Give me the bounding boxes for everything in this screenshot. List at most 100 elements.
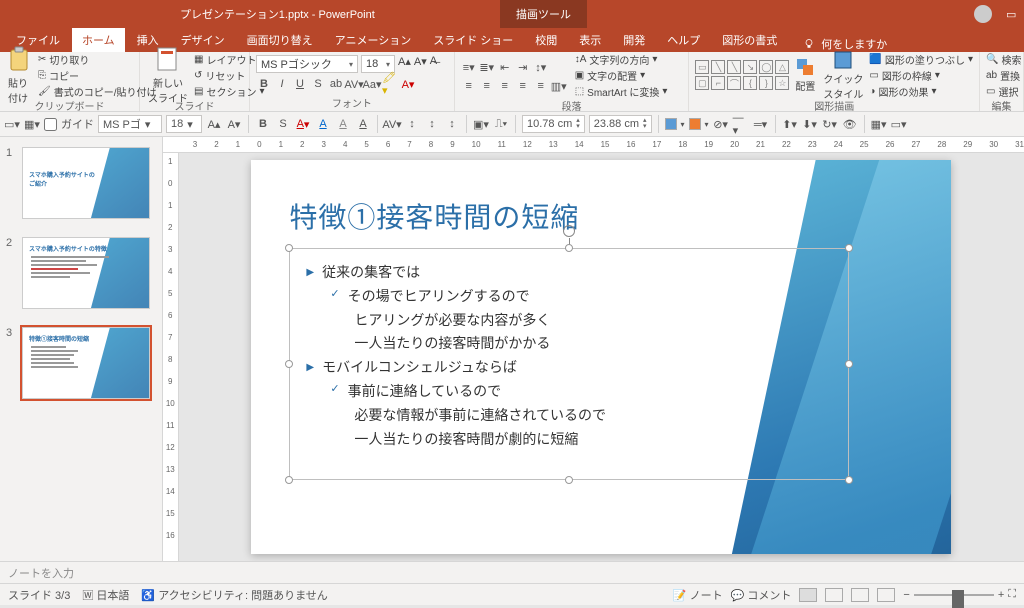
view-slideshow-button[interactable] bbox=[877, 588, 895, 602]
columns-button[interactable]: ▥▾ bbox=[551, 78, 567, 94]
shape-star-icon[interactable]: ☆ bbox=[775, 76, 789, 90]
tab-slideshow[interactable]: スライド ショー bbox=[423, 28, 523, 52]
notes-pane[interactable]: ノートを入力 bbox=[0, 561, 1024, 583]
spacing-button[interactable]: AV▾ bbox=[346, 76, 362, 92]
qat-font-select[interactable]: MS Pゴ▾ bbox=[98, 115, 162, 133]
shape-outline-button[interactable]: ▭ 図形の枠線 ▾ bbox=[869, 68, 973, 83]
shape-brace-icon[interactable]: { bbox=[743, 76, 757, 90]
shape-effects-button[interactable]: ◑ 図形の効果 ▾ bbox=[869, 84, 973, 99]
text-direction-button[interactable]: ↕A 文字列の方向 ▾ bbox=[575, 52, 668, 67]
smartart-button[interactable]: ⬚ SmartArt に変換 ▾ bbox=[575, 84, 668, 99]
increase-font-button[interactable]: A▴ bbox=[398, 55, 411, 73]
align-right-button[interactable]: ≡ bbox=[497, 78, 513, 94]
bullets-button[interactable]: ≡▾ bbox=[461, 59, 477, 75]
cut-button[interactable]: ✂ 切り取り bbox=[38, 52, 156, 67]
view-normal-button[interactable] bbox=[799, 588, 817, 602]
status-slide-count[interactable]: スライド 3/3 bbox=[8, 587, 70, 603]
distribute-button[interactable]: ≡ bbox=[533, 78, 549, 94]
shape-line2-icon[interactable]: ╲ bbox=[727, 60, 741, 74]
align-text-button[interactable]: ▣ 文字の配置 ▾ bbox=[575, 68, 668, 83]
tab-developer[interactable]: 開発 bbox=[613, 28, 655, 52]
slide-canvas[interactable]: 特徴①接客時間の短縮 従来の集客ではその場でヒアリングするのでヒアリングが必要な… bbox=[179, 153, 1024, 561]
fill-chip[interactable] bbox=[665, 118, 677, 130]
qat-back[interactable]: ⬇▾ bbox=[802, 116, 818, 132]
shapes-gallery[interactable]: ▭╲╲↘◯△ ▢⌐⌒{}☆ bbox=[695, 60, 789, 90]
tab-shape-format[interactable]: 図形の書式 bbox=[712, 28, 787, 52]
select-button[interactable]: ▭ 選択 bbox=[986, 84, 1021, 99]
qat-btn2[interactable]: ▦▾ bbox=[24, 116, 40, 132]
status-accessibility[interactable]: ♿ アクセシビリティ: 問題ありません bbox=[141, 587, 327, 603]
format-painter-button[interactable]: 🖌 書式のコピー/貼り付け bbox=[38, 84, 156, 99]
qat-ls1[interactable]: ↕ bbox=[404, 116, 420, 132]
qat-ls2[interactable]: ↕ bbox=[424, 116, 440, 132]
slide-title[interactable]: 特徴①接客時間の短縮 bbox=[289, 196, 579, 236]
align-center-button[interactable]: ≡ bbox=[479, 78, 495, 94]
shape-rect-icon[interactable]: ▭ bbox=[695, 60, 709, 74]
arrange-button[interactable]: 配置 bbox=[793, 57, 817, 93]
status-comments-button[interactable]: 💬 コメント bbox=[731, 587, 792, 603]
paste-button[interactable]: 貼り付け bbox=[6, 46, 34, 105]
qat-color2[interactable]: A bbox=[315, 116, 331, 132]
qat-color[interactable]: A▾ bbox=[295, 116, 311, 132]
tab-review[interactable]: 校閲 bbox=[525, 28, 567, 52]
qat-eye[interactable]: 👁 bbox=[842, 116, 858, 132]
italic-button[interactable]: I bbox=[274, 76, 290, 92]
qat-strike[interactable]: S bbox=[275, 116, 291, 132]
replace-button[interactable]: ab 置換 bbox=[986, 68, 1021, 83]
resize-handle-b[interactable] bbox=[565, 476, 573, 484]
line-spacing-button[interactable]: ↕▾ bbox=[533, 59, 549, 75]
qat-btn1[interactable]: ▭▾ bbox=[4, 116, 20, 132]
resize-handle-r[interactable] bbox=[845, 360, 853, 368]
shape-conn-icon[interactable]: ⌐ bbox=[711, 76, 725, 90]
quick-style-button[interactable]: クイック スタイル bbox=[821, 50, 865, 101]
qat-bold[interactable]: B bbox=[255, 116, 271, 132]
tab-animations[interactable]: アニメーション bbox=[325, 28, 422, 52]
indent-dec-button[interactable]: ⇤ bbox=[497, 59, 513, 75]
shadow-button[interactable]: ab bbox=[328, 76, 344, 92]
thumbnail-2[interactable]: 2 スマホ購入予約サイトの特徴 bbox=[0, 235, 162, 325]
qat-inc-font[interactable]: A▴ bbox=[206, 116, 222, 132]
qat-group[interactable]: ▣▾ bbox=[473, 116, 489, 132]
qat-dec-font[interactable]: A▾ bbox=[226, 116, 242, 132]
shape-oval-icon[interactable]: ◯ bbox=[759, 60, 773, 74]
outline-chip[interactable] bbox=[689, 118, 701, 130]
shape-brace2-icon[interactable]: } bbox=[759, 76, 773, 90]
thumbnail-3[interactable]: 3 特徴①接客時間の短縮 bbox=[0, 325, 162, 415]
shape-width-input[interactable]: 23.88 cm▴▾ bbox=[589, 115, 652, 133]
qat-misc2[interactable]: ▭▾ bbox=[891, 116, 907, 132]
account-icon[interactable] bbox=[974, 5, 992, 23]
qat-color4[interactable]: A bbox=[355, 116, 371, 132]
status-notes-button[interactable]: 📝 ノート bbox=[673, 587, 723, 603]
qat-misc1[interactable]: ▦▾ bbox=[871, 116, 887, 132]
qat-noline[interactable]: ⊘▾ bbox=[713, 116, 729, 132]
qat-align[interactable]: ⎍▾ bbox=[493, 116, 509, 132]
highlight-button[interactable]: 🖍▾ bbox=[382, 76, 398, 92]
clear-formatting-button[interactable]: A̶ bbox=[430, 55, 437, 73]
resize-handle-bl[interactable] bbox=[285, 476, 293, 484]
shape-tri-icon[interactable]: △ bbox=[775, 60, 789, 74]
qat-rot[interactable]: ↻▾ bbox=[822, 116, 838, 132]
decrease-font-button[interactable]: A▾ bbox=[414, 55, 427, 73]
zoom-fit-button[interactable]: ⛶ bbox=[1008, 588, 1016, 601]
bold-button[interactable]: B bbox=[256, 76, 272, 92]
strike-button[interactable]: S bbox=[310, 76, 326, 92]
shape-curve-icon[interactable]: ⌒ bbox=[727, 76, 741, 90]
tab-help[interactable]: ヘルプ bbox=[657, 28, 710, 52]
slide-body-content[interactable]: 従来の集客ではその場でヒアリングするのでヒアリングが必要な内容が多く一人当たりの… bbox=[290, 249, 848, 463]
qat-spacing[interactable]: AV▾ bbox=[384, 116, 400, 132]
shape-height-input[interactable]: 10.78 cm▴▾ bbox=[522, 115, 585, 133]
shape-fill-button[interactable]: 🟦 図形の塗りつぶし ▾ bbox=[869, 52, 973, 67]
shape-rrect-icon[interactable]: ▢ bbox=[695, 76, 709, 90]
qat-size-select[interactable]: 18▾ bbox=[166, 115, 202, 133]
indent-inc-button[interactable]: ⇥ bbox=[515, 59, 531, 75]
tab-home[interactable]: ホーム bbox=[72, 28, 125, 52]
thumbnail-1[interactable]: 1 スマホ購入予約サイトの ご紹介 bbox=[0, 145, 162, 235]
shape-arrow-icon[interactable]: ↘ bbox=[743, 60, 757, 74]
content-textbox[interactable]: 従来の集客ではその場でヒアリングするのでヒアリングが必要な内容が多く一人当たりの… bbox=[289, 248, 849, 480]
new-slide-button[interactable]: 新しい スライド bbox=[146, 46, 190, 105]
qat-line2[interactable]: ═▾ bbox=[753, 116, 769, 132]
qat-front[interactable]: ⬆▾ bbox=[782, 116, 798, 132]
align-left-button[interactable]: ≡ bbox=[461, 78, 477, 94]
resize-handle-l[interactable] bbox=[285, 360, 293, 368]
view-reading-button[interactable] bbox=[851, 588, 869, 602]
